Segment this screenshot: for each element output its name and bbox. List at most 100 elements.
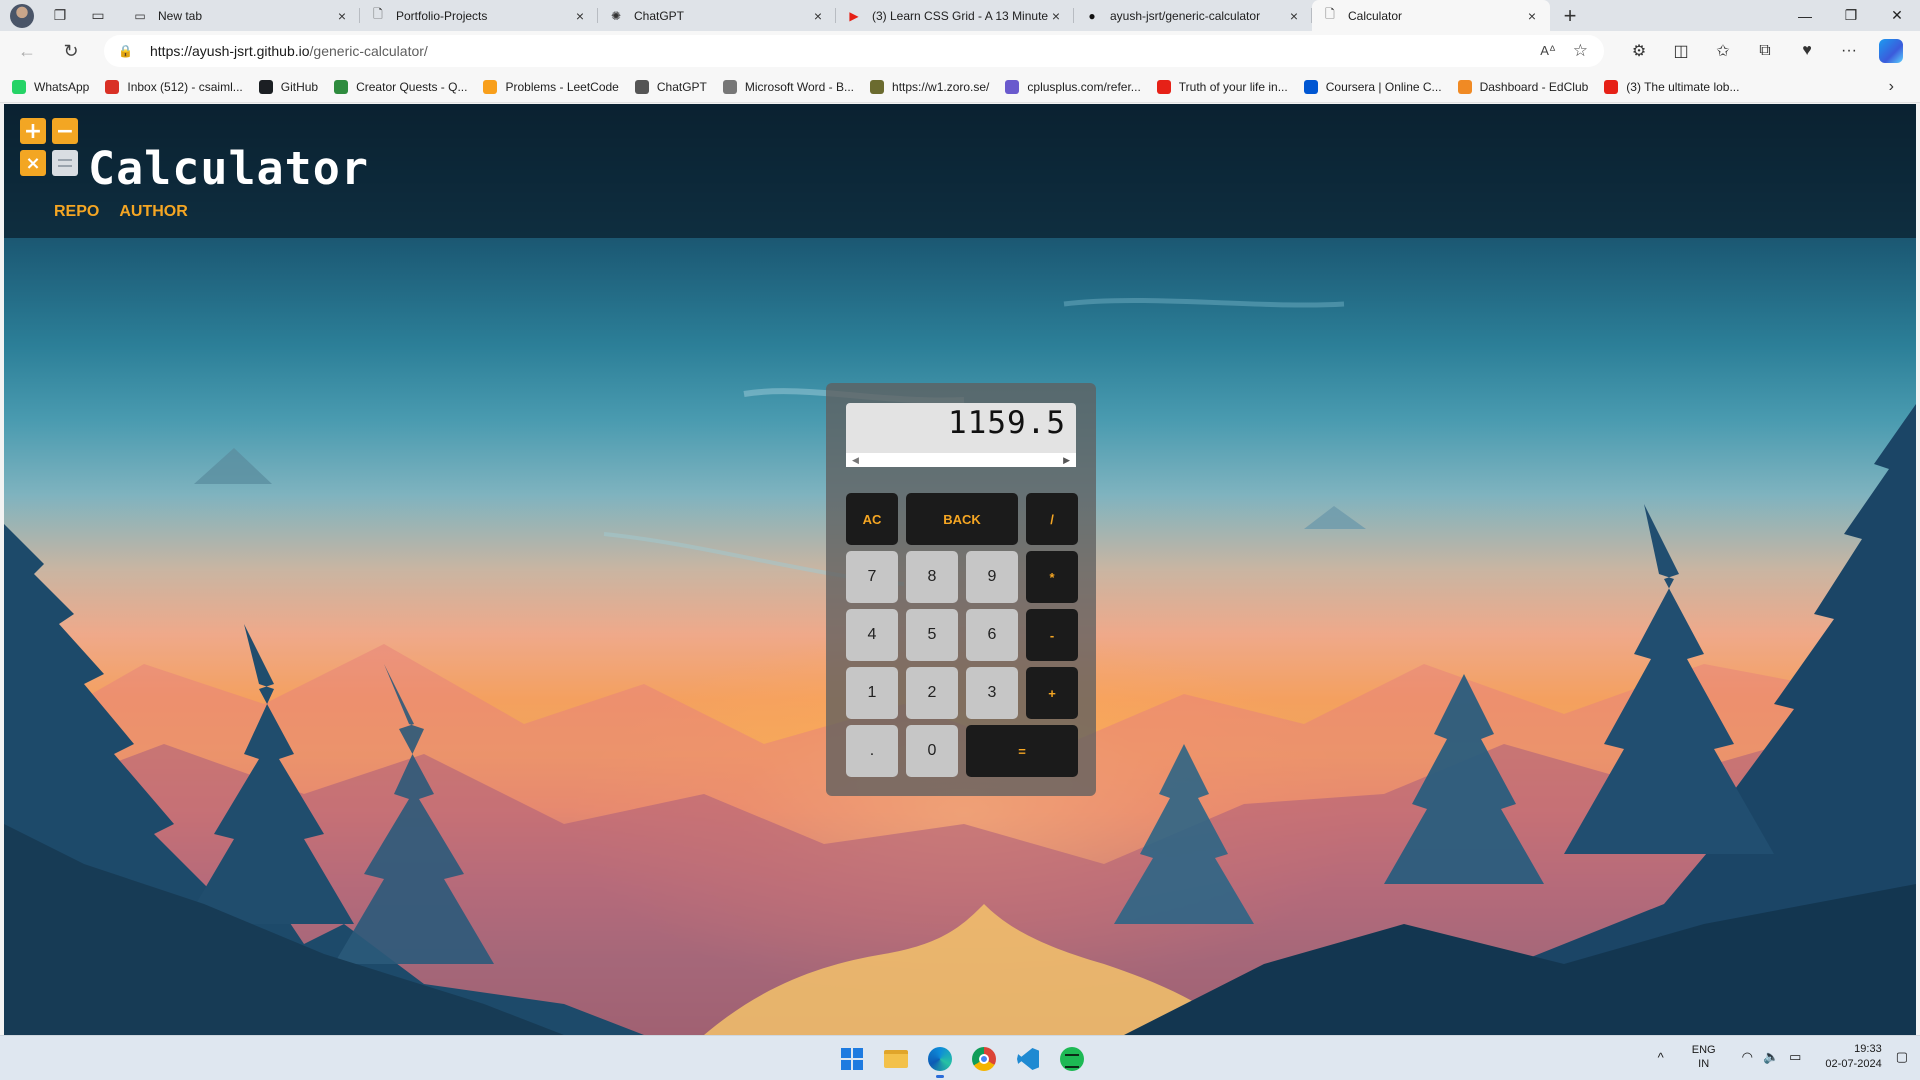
equals-button[interactable]: = (966, 725, 1078, 777)
digit-8-button[interactable]: 8 (906, 551, 958, 603)
bookmark-favicon-icon (1604, 79, 1619, 94)
digit-2-button[interactable]: 2 (906, 667, 958, 719)
bookmark-item[interactable]: WhatsApp (12, 79, 89, 94)
bookmark-item[interactable]: Dashboard - EdClub (1457, 79, 1588, 94)
minus-icon: − (52, 118, 78, 144)
clock[interactable]: 19:33 02-07-2024 (1825, 1042, 1881, 1072)
bookmark-item[interactable]: https://w1.zoro.se/ (870, 79, 989, 94)
language-indicator[interactable]: ENG IN (1692, 1043, 1716, 1071)
vscode-icon[interactable] (1010, 1042, 1046, 1076)
author-link[interactable]: AUTHOR (119, 203, 187, 221)
split-screen-icon[interactable]: ◫ (1660, 34, 1702, 68)
battery-icon[interactable]: ▭ (1789, 1049, 1801, 1065)
more-menu-icon[interactable]: ··· (1828, 34, 1870, 68)
bookmark-item[interactable]: Creator Quests - Q... (334, 79, 467, 94)
bookmark-item[interactable]: ChatGPT (634, 79, 707, 94)
url-text[interactable]: https://ayush-jsrt.github.io/generic-cal… (150, 43, 428, 59)
tab-label: Calculator (1348, 8, 1403, 23)
all-clear-button[interactable]: AC (846, 493, 898, 545)
chrome-icon[interactable] (966, 1042, 1002, 1076)
favorite-star-icon[interactable]: ☆ (1573, 41, 1588, 61)
digit-1-button[interactable]: 1 (846, 667, 898, 719)
close-tab-icon[interactable]: × (1524, 8, 1540, 24)
tab-actions-icon[interactable]: ▭ (86, 4, 110, 28)
bookmark-favicon-icon (1005, 79, 1020, 94)
close-tab-icon[interactable]: × (334, 8, 350, 24)
chatgpt-icon: ✺ (610, 8, 622, 23)
display-value: 1159.5 (948, 405, 1066, 441)
digit-9-button[interactable]: 9 (966, 551, 1018, 603)
browser-tab-strip: ❐ ▭ ▭ New tab × 🗋 Portfolio-Projects × ✺ ChatGP… (0, 0, 1920, 31)
close-tab-icon[interactable]: × (810, 8, 826, 24)
calculator: 1159.5 ◀ ▶ AC BACK/ 7 8 9 * 4 5 6- 1 2 3 +. 0 = (826, 383, 1096, 796)
bookmarks-bar: WhatsApp Inbox (512) - csaiml... GitHub Cre… (0, 71, 1920, 103)
browser-essentials-icon[interactable]: ♥ (1786, 34, 1828, 68)
bookmark-item[interactable]: Microsoft Word - B... (722, 79, 854, 94)
browser-tab[interactable]: ✺ ChatGPT × (598, 0, 836, 31)
page-viewport: + − × Calculator REPO AUTHOR 1159.5 ◀ ▶ … (4, 104, 1916, 1035)
back-icon[interactable]: ← (10, 34, 44, 68)
digit-6-button[interactable]: 6 (966, 609, 1018, 661)
restore-icon[interactable]: ❐ (1828, 0, 1874, 31)
scroll-left-arrow-icon[interactable]: ◀ (852, 455, 859, 466)
divide-button[interactable]: / (1026, 493, 1078, 545)
close-tab-icon[interactable]: × (572, 8, 588, 24)
scroll-right-arrow-icon[interactable]: ▶ (1063, 455, 1070, 466)
subtract-button[interactable]: - (1026, 609, 1078, 661)
bookmark-item[interactable]: cplusplus.com/refer... (1005, 79, 1141, 94)
close-window-icon[interactable]: ✕ (1874, 0, 1920, 31)
bookmark-item[interactable]: Truth of your life in... (1156, 79, 1288, 94)
digit-7-button[interactable]: 7 (846, 551, 898, 603)
browser-tab[interactable]: 🗋 Calculator × (1312, 0, 1550, 31)
copilot-icon[interactable] (1870, 34, 1912, 68)
browser-tab[interactable]: ● ayush-jsrt/generic-calculator × (1074, 0, 1312, 31)
browser-tab[interactable]: ▶ (3) Learn CSS Grid - A 13 Minute × (836, 0, 1074, 31)
bookmark-item[interactable]: GitHub (258, 79, 318, 94)
digit-5-button[interactable]: 5 (906, 609, 958, 661)
decimal-button[interactable]: . (846, 725, 898, 777)
minimize-icon[interactable]: — (1782, 0, 1828, 31)
bookmarks-overflow-chevron-icon[interactable]: › (1889, 78, 1894, 96)
add-button[interactable]: + (1026, 667, 1078, 719)
wifi-icon[interactable]: ◠ (1742, 1049, 1753, 1065)
spotify-icon[interactable] (1054, 1042, 1090, 1076)
bookmark-item[interactable]: Inbox (512) - csaiml... (105, 79, 243, 94)
new-tab-button[interactable]: + (1554, 0, 1586, 31)
lock-icon[interactable]: 🔒 (118, 44, 134, 58)
favorites-icon[interactable]: ✩ (1702, 34, 1744, 68)
file-explorer-icon[interactable] (878, 1042, 914, 1076)
bookmark-item[interactable]: Coursera | Online C... (1303, 79, 1442, 94)
backspace-button[interactable]: BACK (906, 493, 1018, 545)
close-tab-icon[interactable]: × (1048, 8, 1064, 24)
digit-0-button[interactable]: 0 (906, 725, 958, 777)
multiply-button[interactable]: * (1026, 551, 1078, 603)
browser-tab[interactable]: 🗋 Portfolio-Projects × (360, 0, 598, 31)
profile-avatar[interactable] (10, 3, 34, 28)
extensions-icon[interactable]: ⚙ (1618, 34, 1660, 68)
windows-taskbar: ^ ENG IN ◠ 🔈 ▭ 19:33 02-07-2024 ▢ (0, 1035, 1920, 1080)
repo-link[interactable]: REPO (54, 203, 99, 221)
calculator-display: 1159.5 ◀ ▶ (846, 403, 1076, 467)
digit-3-button[interactable]: 3 (966, 667, 1018, 719)
digit-4-button[interactable]: 4 (846, 609, 898, 661)
bookmark-label: cplusplus.com/refer... (1027, 79, 1141, 94)
browser-tab[interactable]: ▭ New tab × (122, 0, 360, 31)
bookmark-item[interactable]: (3) The ultimate lob... (1604, 79, 1739, 94)
windows-start-icon[interactable] (834, 1042, 870, 1076)
close-tab-icon[interactable]: × (1286, 8, 1302, 24)
notifications-icon[interactable]: ▢ (1896, 1049, 1908, 1065)
read-aloud-icon[interactable]: Aᐞ (1540, 43, 1556, 59)
multiply-icon: × (20, 150, 46, 176)
show-hidden-icons-chevron-icon[interactable]: ^ (1658, 1050, 1664, 1065)
calculator-logo-icon: + − × (20, 118, 80, 178)
bookmark-item[interactable]: Problems - LeetCode (483, 79, 619, 94)
window-controls: — ❐ ✕ (1782, 0, 1920, 31)
collections-icon[interactable]: ⧉ (1744, 34, 1786, 68)
edge-icon[interactable] (922, 1042, 958, 1078)
refresh-icon[interactable]: ↻ (54, 34, 88, 68)
volume-icon[interactable]: 🔈 (1763, 1049, 1779, 1065)
workspaces-icon[interactable]: ❐ (48, 4, 72, 28)
bookmark-label: ChatGPT (656, 79, 707, 94)
display-scrollbar[interactable]: ◀ ▶ (846, 453, 1076, 467)
address-bar[interactable]: 🔒 https://ayush-jsrt.github.io/generic-c… (104, 35, 1604, 67)
